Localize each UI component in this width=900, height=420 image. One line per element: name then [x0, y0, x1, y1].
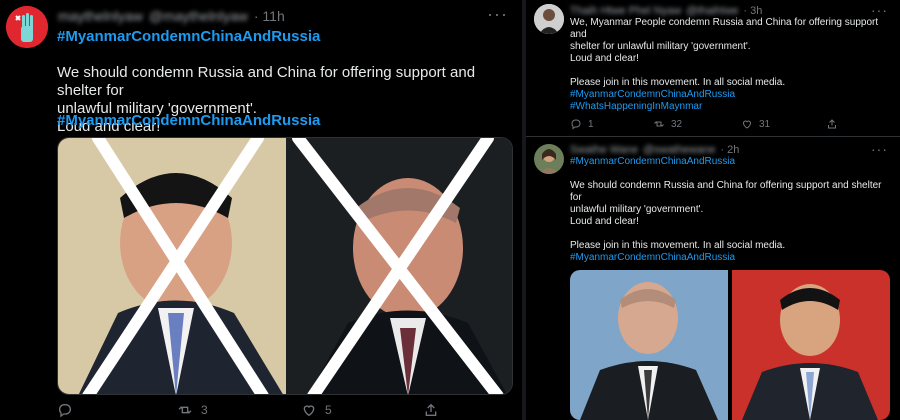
hashtag-link[interactable]: #WhatsHappeningInMaynmar	[570, 101, 702, 112]
like-icon	[303, 405, 315, 417]
right-bottom-tweet: Swathe Wane @swathewane · 2h ··· #Myanma…	[526, 138, 900, 420]
tweet-media-image[interactable]	[57, 137, 513, 395]
reply-icon	[571, 119, 581, 130]
hashtag-link[interactable]: #MyanmarCondemnChinaAndRussia	[570, 156, 735, 167]
retweet-count: 3	[201, 403, 208, 417]
reply-button[interactable]: 1	[570, 118, 594, 130]
tweet-header: Thaih Htwe Phel Nyaw @thaihtwe · 3h	[570, 5, 762, 17]
side-by-side-portraits-image	[570, 270, 890, 420]
reply-count: 1	[588, 118, 594, 130]
user-name[interactable]: maythelnlyaw	[58, 8, 143, 24]
retweet-icon	[654, 121, 664, 127]
user-handle[interactable]: @thaihtwe	[686, 5, 738, 17]
crossed-out-portraits-image	[58, 138, 512, 394]
reply-icon	[58, 404, 71, 418]
avatar[interactable]	[6, 6, 48, 48]
retweet-count: 32	[671, 118, 683, 130]
timestamp[interactable]: · 11h	[254, 8, 285, 24]
hashtag-link[interactable]: #MyanmarCondemnChinaAndRussia	[57, 112, 320, 129]
hashtag-link[interactable]: #MyanmarCondemnChinaAndRussia	[570, 89, 735, 100]
avatar[interactable]	[534, 4, 564, 34]
tweet-text: We should condemn Russia and China for o…	[570, 180, 882, 251]
more-options-button[interactable]: ···	[871, 2, 888, 18]
three-finger-salute-icon	[6, 6, 48, 48]
share-icon	[425, 403, 437, 416]
hashtag-link[interactable]: #MyanmarCondemnChinaAndRussia	[57, 28, 320, 45]
like-button[interactable]: 31	[741, 118, 770, 130]
person-photo-icon	[534, 4, 564, 34]
retweet-button[interactable]: 3	[177, 402, 208, 418]
avatar[interactable]	[534, 144, 564, 174]
timestamp[interactable]: · 3h	[743, 5, 762, 17]
user-name[interactable]: Swathe Wane	[570, 144, 638, 156]
person-photo-icon	[534, 144, 564, 174]
tweet-header: Swathe Wane @swathewane · 2h	[570, 144, 739, 156]
left-tweet: maythelnlyaw @maythelnlyaw · 11h ··· #My…	[0, 0, 522, 420]
like-button[interactable]: 5	[301, 402, 332, 418]
tweet-header: maythelnlyaw @maythelnlyaw · 11h	[58, 8, 285, 24]
retweet-icon	[178, 406, 192, 414]
share-icon	[828, 119, 836, 129]
tweet-media-image[interactable]	[570, 270, 890, 420]
like-count: 31	[759, 118, 771, 130]
like-icon	[742, 120, 752, 129]
right-top-tweet: Thaih Htwe Phel Nyaw @thaihtwe · 3h ··· …	[526, 0, 900, 137]
like-count: 5	[325, 403, 332, 417]
tweet-text: We, Myanmar People condemn Russia and Ch…	[570, 17, 879, 88]
more-options-button[interactable]: ···	[487, 4, 508, 25]
share-button[interactable]	[826, 118, 838, 130]
hashtag-link[interactable]: #MyanmarCondemnChinaAndRussia	[570, 252, 735, 263]
timestamp[interactable]: · 2h	[720, 144, 739, 156]
reply-button[interactable]	[57, 402, 81, 418]
retweet-button[interactable]: 32	[653, 118, 682, 130]
user-handle[interactable]: @swathewane	[643, 144, 715, 156]
more-options-button[interactable]: ···	[871, 141, 888, 157]
share-button[interactable]	[423, 402, 439, 418]
user-name[interactable]: Thaih Htwe Phel Nyaw	[570, 5, 681, 17]
user-handle[interactable]: @maythelnlyaw	[149, 8, 248, 24]
